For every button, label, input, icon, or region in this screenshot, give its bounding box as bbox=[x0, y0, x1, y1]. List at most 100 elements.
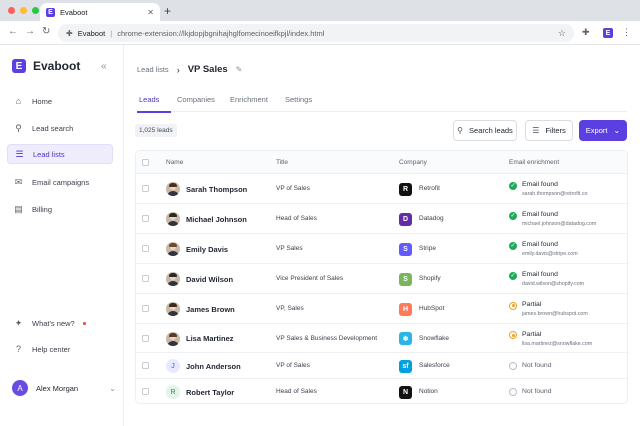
sidebar-item-lead-lists[interactable]: ☰ Lead lists bbox=[7, 144, 113, 164]
collapse-sidebar-icon[interactable]: « bbox=[101, 61, 107, 72]
column-header-company[interactable]: Company bbox=[399, 159, 427, 166]
reload-icon[interactable]: ↻ bbox=[42, 26, 50, 37]
active-tab-indicator bbox=[137, 111, 171, 113]
table-header: Name Title Company Email enrichment bbox=[136, 151, 627, 174]
sidebar-item-home[interactable]: ⌂ Home bbox=[7, 91, 113, 111]
lead-name[interactable]: Robert Taylor bbox=[186, 388, 234, 397]
main-content: Lead lists › VP Sales ✎ Leads Companies … bbox=[124, 45, 640, 426]
minimize-window-button[interactable] bbox=[20, 7, 27, 14]
sidebar-item-label: Lead search bbox=[32, 123, 74, 133]
table-row[interactable]: J John Anderson VP of Sales sf Salesforc… bbox=[136, 353, 627, 379]
lead-name[interactable]: Emily Davis bbox=[186, 245, 228, 254]
company-name[interactable]: Salesforce bbox=[419, 362, 450, 369]
export-label: Export bbox=[585, 126, 608, 135]
table-row[interactable]: Lisa Martinez VP Sales & Business Develo… bbox=[136, 324, 627, 353]
lead-title: VP Sales & Business Development bbox=[276, 334, 378, 342]
row-checkbox[interactable] bbox=[142, 305, 149, 312]
company-name[interactable]: Snowflake bbox=[419, 335, 449, 342]
lead-name[interactable]: Lisa Martinez bbox=[186, 334, 234, 343]
sidebar-item-whats-new[interactable]: ✦ What's new? bbox=[7, 313, 113, 333]
breadcrumb-parent[interactable]: Lead lists bbox=[137, 65, 169, 74]
sidebar-item-email-campaigns[interactable]: ✉ Email campaigns bbox=[7, 172, 113, 192]
tab-title: Evaboot bbox=[60, 7, 88, 17]
window-controls bbox=[8, 7, 39, 14]
company-logo-icon: H bbox=[399, 302, 412, 316]
row-checkbox[interactable] bbox=[142, 215, 149, 222]
column-header-title[interactable]: Title bbox=[276, 159, 288, 166]
browser-menu-icon[interactable]: ⋮ bbox=[622, 27, 631, 38]
column-header-email-enrichment[interactable]: Email enrichment bbox=[509, 159, 559, 166]
edit-pencil-icon[interactable]: ✎ bbox=[236, 65, 243, 74]
row-checkbox[interactable] bbox=[142, 185, 149, 192]
lead-email[interactable]: david.wilson@shopify.com bbox=[522, 281, 584, 287]
tab-settings[interactable]: Settings bbox=[285, 95, 312, 104]
lead-name[interactable]: John Anderson bbox=[186, 362, 241, 371]
table-row[interactable]: James Brown VP, Sales H HubSpot Partial … bbox=[136, 294, 627, 324]
table-row[interactable]: Michael Johnson Head of Sales D Datadog … bbox=[136, 204, 627, 234]
lead-title: Head of Sales bbox=[276, 388, 317, 395]
sidebar-item-billing[interactable]: ▤ Billing bbox=[7, 199, 113, 219]
company-name[interactable]: Notion bbox=[419, 388, 438, 395]
export-button[interactable]: Export ⌄ bbox=[579, 120, 627, 141]
column-header-name[interactable]: Name bbox=[166, 159, 183, 166]
page-title: VP Sales bbox=[187, 64, 228, 75]
address-bar[interactable]: ✚ Evaboot | chrome-extension://lkjdopjbg… bbox=[58, 24, 574, 42]
browser-tab-bar: E Evaboot ✕ + bbox=[0, 0, 640, 21]
sidebar-item-lead-search[interactable]: ⚲ Lead search bbox=[7, 118, 113, 138]
company-name[interactable]: Datadog bbox=[419, 215, 444, 222]
back-icon[interactable]: ← bbox=[8, 26, 18, 37]
browser-tab[interactable]: E Evaboot ✕ bbox=[40, 3, 160, 21]
table-row[interactable]: Emily Davis VP Sales S Stripe ✓ Email fo… bbox=[136, 234, 627, 264]
select-all-checkbox[interactable] bbox=[142, 159, 149, 166]
lead-title: VP of Sales bbox=[276, 362, 310, 369]
sidebar-item-label: Email campaigns bbox=[32, 177, 90, 187]
bookmark-star-icon[interactable]: ☆ bbox=[558, 28, 566, 39]
lead-title: VP Sales bbox=[276, 245, 303, 252]
row-checkbox[interactable] bbox=[142, 334, 149, 342]
close-window-button[interactable] bbox=[8, 7, 15, 14]
row-checkbox[interactable] bbox=[142, 388, 149, 395]
lead-name[interactable]: James Brown bbox=[186, 305, 235, 314]
company-name[interactable]: Shopify bbox=[419, 275, 441, 282]
lead-email[interactable]: michael.johnson@datadog.com bbox=[522, 221, 596, 227]
table-row[interactable]: R Robert Taylor Head of Sales N Notion N… bbox=[136, 379, 627, 403]
lead-email[interactable]: emily.davis@stripe.com bbox=[522, 251, 578, 257]
company-name[interactable]: Stripe bbox=[419, 245, 436, 252]
table-row[interactable]: Sarah Thompson VP of Sales R Retrofit ✓ … bbox=[136, 174, 627, 204]
lead-email[interactable]: sarah.thompson@retrofit.co bbox=[522, 191, 587, 197]
evaboot-extension-icon[interactable]: E bbox=[603, 28, 613, 38]
row-checkbox[interactable] bbox=[142, 362, 149, 369]
company-name[interactable]: HubSpot bbox=[419, 305, 444, 312]
enrichment-status: Email found bbox=[522, 211, 558, 218]
company-logo-icon: D bbox=[399, 212, 412, 226]
table-row[interactable]: David Wilson Vice President of Sales S S… bbox=[136, 264, 627, 294]
lead-name[interactable]: David Wilson bbox=[186, 275, 233, 284]
company-logo-icon: sf bbox=[399, 359, 412, 373]
maximize-window-button[interactable] bbox=[32, 7, 39, 14]
row-checkbox[interactable] bbox=[142, 245, 149, 252]
tab-bar: Leads Companies Enrichment Settings bbox=[137, 90, 627, 113]
brand: E Evaboot bbox=[12, 59, 80, 73]
tab-enrichment[interactable]: Enrichment bbox=[230, 95, 268, 104]
extensions-icon[interactable]: ✚ bbox=[582, 27, 590, 38]
company-logo-icon: S bbox=[399, 242, 412, 256]
tab-leads[interactable]: Leads bbox=[139, 95, 159, 104]
user-menu[interactable]: A Alex Morgan ⌄ bbox=[12, 380, 116, 396]
row-checkbox[interactable] bbox=[142, 275, 149, 282]
lead-name[interactable]: Michael Johnson bbox=[186, 215, 247, 224]
new-tab-button[interactable]: + bbox=[164, 4, 171, 18]
sidebar-item-help-center[interactable]: ? Help center bbox=[7, 339, 113, 359]
extension-name: Evaboot bbox=[77, 28, 106, 38]
forward-icon[interactable]: → bbox=[25, 26, 35, 37]
close-tab-icon[interactable]: ✕ bbox=[147, 8, 154, 17]
lead-email[interactable]: lisa.martinez@snowflake.com bbox=[522, 341, 592, 347]
filters-button[interactable]: ☰ Filters bbox=[525, 120, 573, 141]
company-name[interactable]: Retrofit bbox=[419, 185, 440, 192]
search-leads-button[interactable]: ⚲ Search leads bbox=[453, 120, 517, 141]
lead-email[interactable]: james.brown@hubspot.com bbox=[522, 311, 588, 317]
list-icon: ☰ bbox=[15, 148, 24, 159]
tab-companies[interactable]: Companies bbox=[177, 95, 215, 104]
search-icon: ⚲ bbox=[15, 122, 22, 133]
lead-name[interactable]: Sarah Thompson bbox=[186, 185, 247, 194]
avatar: J bbox=[166, 359, 180, 373]
